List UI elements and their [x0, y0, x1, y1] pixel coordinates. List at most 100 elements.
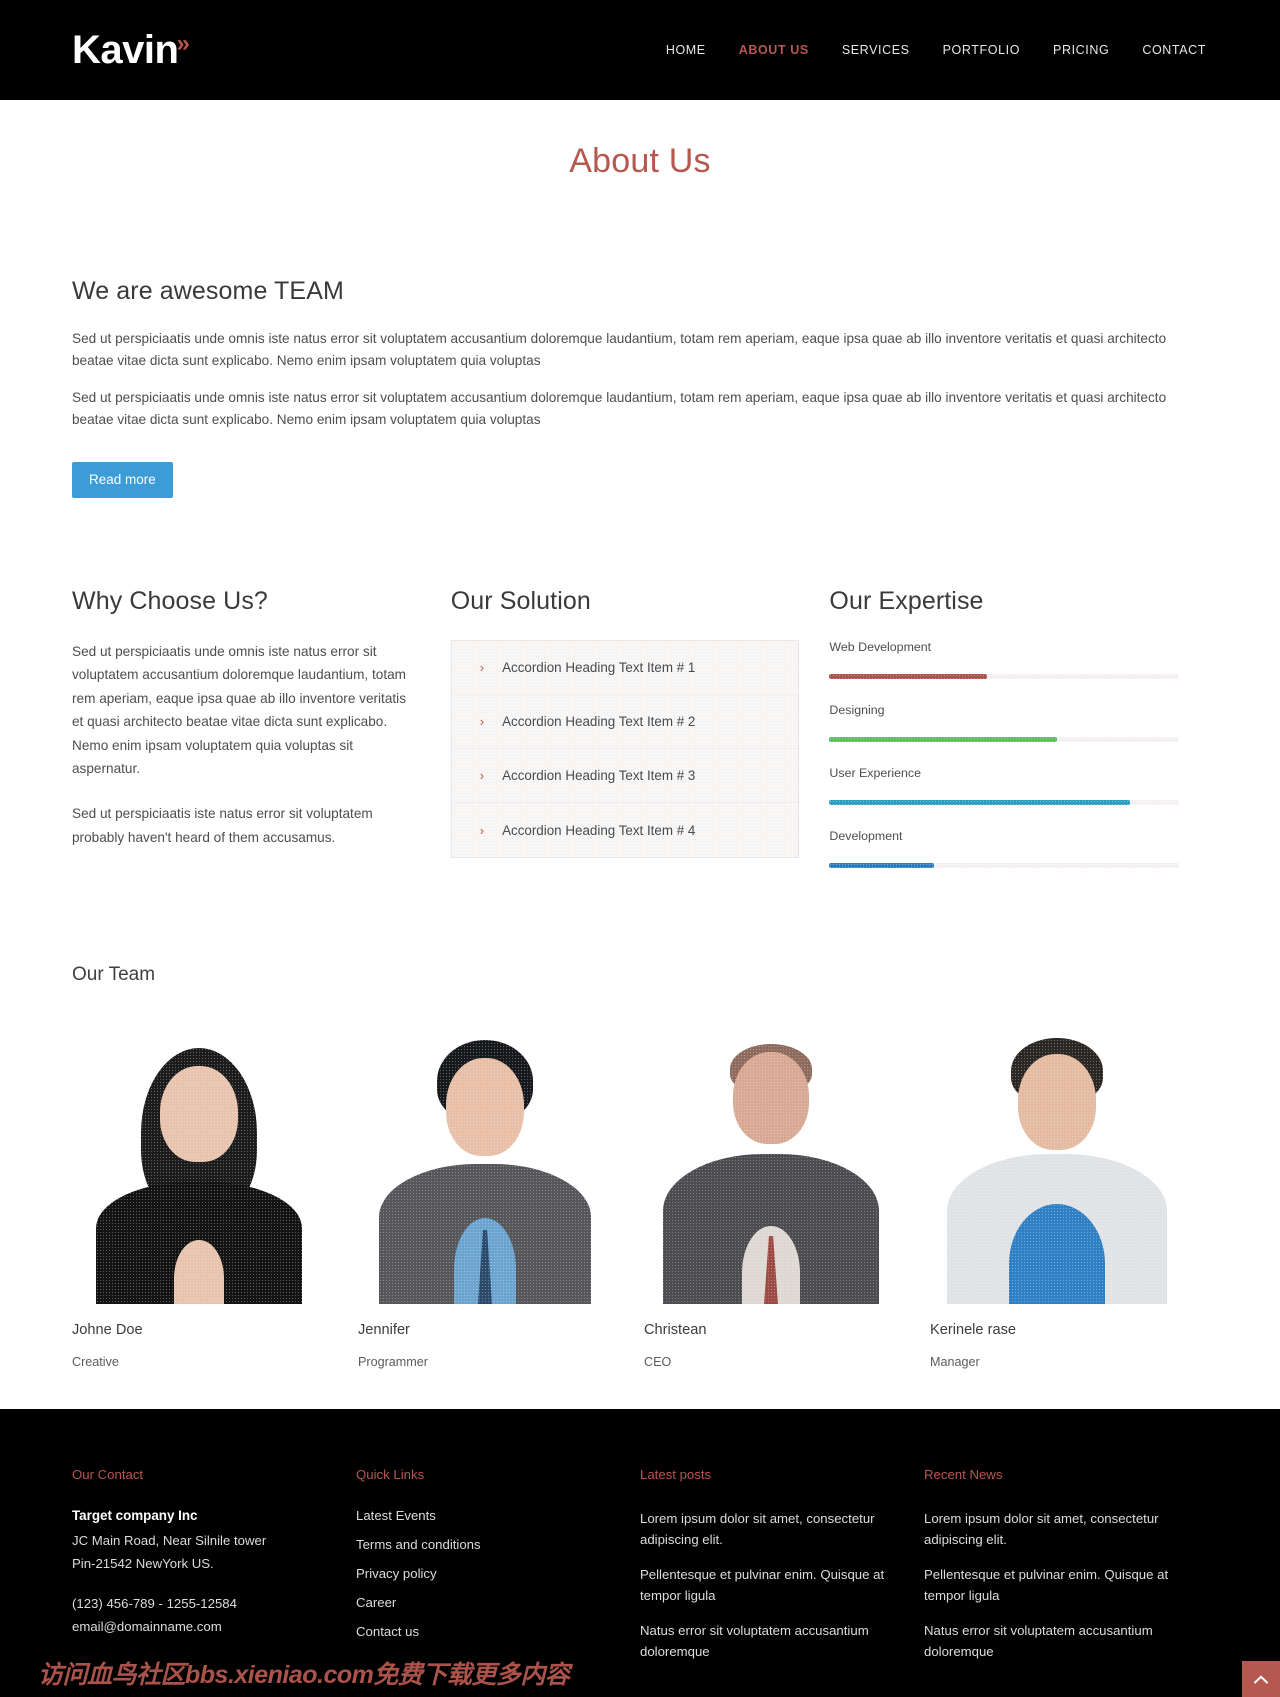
- why-choose-us-column: Why Choose Us? Sed ut perspiciaatis unde…: [72, 587, 451, 892]
- our-team-section: Our Team Johne Doe Creative Jennifer Pro…: [0, 892, 1280, 1409]
- skill-progress-track: [829, 800, 1180, 806]
- footer-post-item[interactable]: Pellentesque et pulvinar enim. Quisque a…: [640, 1564, 896, 1607]
- skill-development: Development: [829, 829, 1208, 869]
- team-member-card: Kerinele rase Manager: [930, 1030, 1184, 1369]
- chevron-right-icon: ›: [479, 660, 485, 676]
- footer-news-item[interactable]: Pellentesque et pulvinar enim. Quisque a…: [924, 1564, 1180, 1607]
- team-member-name: Christean: [644, 1322, 707, 1339]
- footer-columns: Our Contact Target company Inc JC Main R…: [72, 1467, 1208, 1675]
- team-grid: Johne Doe Creative Jennifer Programmer C…: [72, 1030, 1208, 1369]
- scroll-to-top-button[interactable]: [1242, 1661, 1280, 1697]
- skill-web-development: Web Development: [829, 640, 1208, 680]
- skill-progress-fill: [829, 737, 1057, 743]
- footer-link-privacy-policy[interactable]: Privacy policy: [356, 1566, 612, 1581]
- nav-item-about-us[interactable]: ABOUT US: [739, 43, 809, 57]
- footer-link-latest-events[interactable]: Latest Events: [356, 1508, 612, 1523]
- our-expertise-heading: Our Expertise: [829, 587, 984, 616]
- double-chevron-right-icon: »: [176, 30, 190, 57]
- site-header: Kavin » HOME ABOUT US SERVICES PORTFOLIO…: [0, 0, 1280, 100]
- main-navigation: HOME ABOUT US SERVICES PORTFOLIO PRICING…: [666, 43, 1206, 57]
- team-member-photo: [644, 1030, 898, 1305]
- footer-link-contact-us[interactable]: Contact us: [356, 1624, 612, 1639]
- solution-accordion: › Accordion Heading Text Item # 1 › Acco…: [450, 640, 800, 859]
- our-expertise-column: Our Expertise Web Development Designing …: [829, 587, 1208, 892]
- skill-label: Web Development: [829, 640, 932, 655]
- accordion-item-2[interactable]: › Accordion Heading Text Item # 2: [451, 695, 799, 750]
- skill-progress-fill: [829, 800, 1131, 806]
- why-choose-us-paragraph-2: Sed ut perspiciaatis iste natus error si…: [72, 806, 373, 845]
- chevron-up-icon: [1254, 1674, 1268, 1684]
- footer-post-item[interactable]: Natus error sit voluptatem accusantium d…: [640, 1620, 896, 1663]
- our-solution-column: Our Solution › Accordion Heading Text It…: [450, 587, 830, 892]
- site-logo[interactable]: Kavin »: [72, 30, 190, 70]
- footer-link-career[interactable]: Career: [356, 1595, 612, 1610]
- skill-progress-fill: [829, 863, 935, 869]
- page-title: About Us: [569, 142, 711, 180]
- accordion-item-label: Accordion Heading Text Item # 2: [502, 714, 696, 730]
- team-member-card: Jennifer Programmer: [358, 1030, 612, 1369]
- team-member-name: Jennifer: [358, 1322, 410, 1339]
- nav-item-home[interactable]: HOME: [666, 43, 706, 57]
- footer-link-terms-and-conditions[interactable]: Terms and conditions: [356, 1537, 612, 1552]
- team-member-role: Manager: [930, 1355, 980, 1370]
- intro-heading: We are awesome TEAM: [72, 277, 344, 305]
- chevron-right-icon: ›: [479, 822, 485, 838]
- nav-item-portfolio[interactable]: PORTFOLIO: [943, 43, 1020, 57]
- team-member-card: Christean CEO: [644, 1030, 898, 1369]
- intro-paragraph-1: Sed ut perspiciaatis unde omnis iste nat…: [72, 331, 1167, 369]
- intro-section: We are awesome TEAM Sed ut perspiciaatis…: [0, 181, 1280, 499]
- accordion-item-1[interactable]: › Accordion Heading Text Item # 1: [451, 641, 799, 696]
- footer-company-name: Target company Inc: [72, 1508, 198, 1524]
- site-footer: Our Contact Target company Inc JC Main R…: [0, 1409, 1280, 1697]
- team-member-role: CEO: [644, 1355, 672, 1370]
- skill-designing: Designing: [829, 703, 1208, 743]
- skill-label: Development: [829, 829, 903, 844]
- footer-phone: (123) 456-789 - 1255-12584: [72, 1596, 237, 1612]
- page-title-section: About Us: [0, 100, 1280, 181]
- footer-recent-news-heading: Recent News: [924, 1467, 1003, 1483]
- why-choose-us-paragraph-1: Sed ut perspiciaatis unde omnis iste nat…: [72, 644, 406, 776]
- read-more-button[interactable]: Read more: [72, 462, 173, 499]
- accordion-item-label: Accordion Heading Text Item # 1: [502, 660, 696, 676]
- footer-news-item[interactable]: Lorem ipsum dolor sit amet, consectetur …: [924, 1508, 1180, 1551]
- why-choose-us-heading: Why Choose Us?: [72, 587, 268, 616]
- footer-column-contact: Our Contact Target company Inc JC Main R…: [72, 1467, 356, 1675]
- footer-address-line-1: JC Main Road, Near Silnile tower: [72, 1533, 267, 1549]
- team-member-photo: [358, 1030, 612, 1305]
- team-member-role: Programmer: [358, 1355, 428, 1370]
- team-member-name: Kerinele rase: [930, 1322, 1016, 1339]
- skill-progress-fill: [829, 674, 987, 680]
- team-member-card: Johne Doe Creative: [72, 1030, 326, 1369]
- footer-email[interactable]: email@domainname.com: [72, 1616, 328, 1639]
- team-member-photo: [930, 1030, 1184, 1305]
- team-member-photo: [72, 1030, 326, 1305]
- footer-contact-heading: Our Contact: [72, 1467, 144, 1483]
- logo-text: Kavin: [72, 28, 179, 72]
- our-solution-heading: Our Solution: [450, 587, 591, 616]
- footer-post-item[interactable]: Lorem ipsum dolor sit amet, consectetur …: [640, 1508, 896, 1551]
- intro-paragraph-2: Sed ut perspiciaatis unde omnis iste nat…: [72, 390, 1167, 428]
- footer-column-recent-news: Recent News Lorem ipsum dolor sit amet, …: [924, 1467, 1208, 1675]
- skill-label: Designing: [829, 703, 885, 718]
- accordion-item-3[interactable]: › Accordion Heading Text Item # 3: [451, 749, 799, 804]
- footer-news-item[interactable]: Natus error sit voluptatem accusantium d…: [924, 1620, 1180, 1663]
- footer-column-latest-posts: Latest posts Lorem ipsum dolor sit amet,…: [640, 1467, 924, 1675]
- skill-progress-track: [829, 863, 1180, 869]
- team-member-role: Creative: [72, 1355, 119, 1370]
- chevron-right-icon: ›: [479, 768, 485, 784]
- accordion-item-4[interactable]: › Accordion Heading Text Item # 4: [451, 803, 799, 858]
- nav-item-services[interactable]: SERVICES: [842, 43, 910, 57]
- accordion-item-label: Accordion Heading Text Item # 3: [502, 768, 696, 784]
- footer-column-quick-links: Quick Links Latest Events Terms and cond…: [356, 1467, 640, 1675]
- skill-user-experience: User Experience: [829, 766, 1208, 806]
- skill-progress-track: [829, 737, 1180, 743]
- accordion-item-label: Accordion Heading Text Item # 4: [502, 822, 696, 838]
- skill-progress-track: [829, 674, 1180, 680]
- footer-latest-posts-heading: Latest posts: [640, 1467, 712, 1483]
- our-team-heading: Our Team: [72, 964, 156, 986]
- chevron-right-icon: ›: [479, 714, 485, 730]
- nav-item-pricing[interactable]: PRICING: [1053, 43, 1109, 57]
- nav-item-contact[interactable]: CONTACT: [1142, 43, 1206, 57]
- features-section: Why Choose Us? Sed ut perspiciaatis unde…: [0, 498, 1280, 892]
- footer-quick-links-heading: Quick Links: [356, 1467, 425, 1483]
